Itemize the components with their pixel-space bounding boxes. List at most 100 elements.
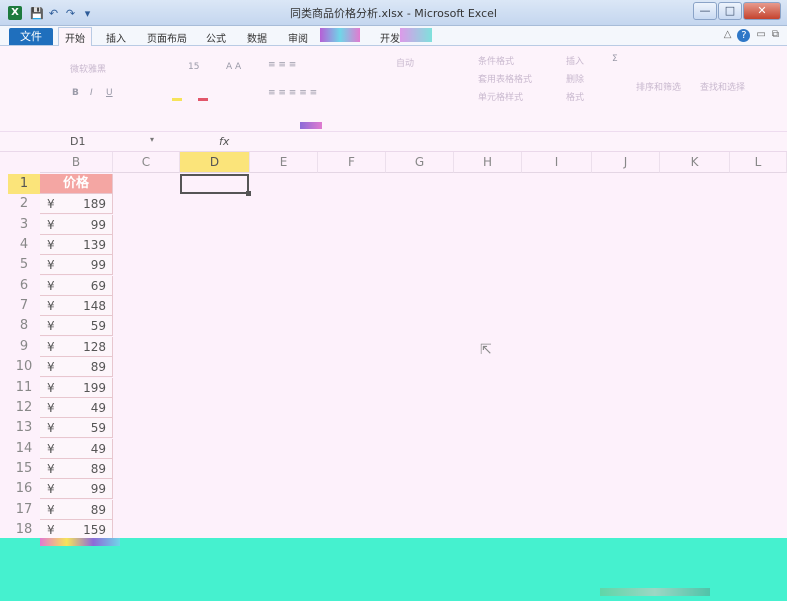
cell-b7[interactable]: ¥148 — [40, 296, 113, 317]
wrap-text-button[interactable]: 自动 — [396, 56, 414, 69]
tab-insert[interactable]: 插入 — [106, 30, 126, 45]
close-button[interactable]: ✕ — [743, 2, 781, 20]
currency-symbol: ¥ — [47, 217, 55, 232]
currency-symbol: ¥ — [47, 238, 55, 253]
maximize-button[interactable]: □ — [718, 2, 742, 20]
row-header-16[interactable]: 16 — [8, 479, 40, 499]
cell-b1-header[interactable]: 价格 — [40, 174, 113, 194]
name-box[interactable]: D1 — [12, 134, 162, 150]
collapse-ribbon-icon[interactable]: △ — [724, 29, 732, 42]
column-header-e[interactable]: E — [250, 152, 318, 173]
tab-page-layout[interactable]: 页面布局 — [147, 30, 187, 45]
font-size-select[interactable]: 15 — [188, 62, 199, 72]
bold-button[interactable]: B — [72, 88, 79, 98]
currency-symbol: ¥ — [47, 502, 55, 517]
row-header-11[interactable]: 11 — [8, 378, 40, 398]
column-header-i[interactable]: I — [522, 152, 592, 173]
font-color-icon[interactable] — [198, 98, 208, 101]
fill-color-icon[interactable] — [172, 98, 182, 101]
currency-symbol: ¥ — [47, 441, 55, 456]
cell-style-button[interactable]: 单元格样式 — [478, 90, 523, 103]
grow-font-icon[interactable]: A A — [226, 62, 241, 72]
tab-data[interactable]: 数据 — [247, 30, 267, 45]
cell-b14[interactable]: ¥49 — [40, 438, 113, 459]
cell-b11[interactable]: ¥199 — [40, 377, 113, 398]
cell-value: 139 — [83, 238, 106, 253]
restore-window-icon[interactable]: ⧉ — [772, 29, 779, 42]
formula-bar: D1 ▾ fx — [0, 132, 787, 152]
column-header-h[interactable]: H — [454, 152, 522, 173]
cell-b10[interactable]: ¥89 — [40, 357, 113, 378]
cell-value: 89 — [90, 502, 106, 517]
sort-filter-button[interactable]: 排序和筛选 — [636, 80, 681, 93]
row-header-12[interactable]: 12 — [8, 398, 40, 418]
currency-symbol: ¥ — [47, 258, 55, 273]
row-header-3[interactable]: 3 — [8, 215, 40, 235]
row-header-13[interactable]: 13 — [8, 418, 40, 438]
column-header-k[interactable]: K — [660, 152, 730, 173]
column-header-d[interactable]: D — [180, 152, 250, 173]
row-header-10[interactable]: 10 — [8, 357, 40, 377]
column-header-g[interactable]: G — [386, 152, 454, 173]
cell-b13[interactable]: ¥59 — [40, 418, 113, 439]
cell-b12[interactable]: ¥49 — [40, 397, 113, 418]
row-header-6[interactable]: 6 — [8, 276, 40, 296]
row-header-1[interactable]: 1 — [8, 174, 40, 194]
cell-b16[interactable]: ¥99 — [40, 479, 113, 500]
conditional-format-button[interactable]: 条件格式 — [478, 54, 514, 67]
cell-b5[interactable]: ¥99 — [40, 255, 113, 276]
window-controls: — □ ✕ — [693, 2, 781, 20]
tab-review[interactable]: 审阅 — [288, 30, 308, 45]
insert-function-icon[interactable]: fx — [219, 135, 229, 148]
cell-b18[interactable]: ¥159 — [40, 519, 113, 540]
underline-button[interactable]: U — [106, 88, 113, 98]
help-icon[interactable]: ? — [737, 29, 751, 42]
row-header-5[interactable]: 5 — [8, 255, 40, 275]
delete-cells-button[interactable]: 删除 — [566, 72, 584, 85]
cell-b8[interactable]: ¥59 — [40, 316, 113, 337]
tab-file[interactable]: 文件 — [9, 28, 53, 45]
cell-b2[interactable]: ¥189 — [40, 194, 113, 215]
minimize-button[interactable]: — — [693, 2, 717, 20]
cell-b4[interactable]: ¥139 — [40, 235, 113, 256]
column-header-l[interactable]: L — [730, 152, 787, 173]
autosum-icon[interactable]: Σ — [612, 54, 618, 64]
cell-b3[interactable]: ¥99 — [40, 214, 113, 235]
row-header-9[interactable]: 9 — [8, 337, 40, 357]
align-left-icon[interactable]: ≡ ≡ ≡ ≡ ≡ — [268, 88, 317, 98]
row-header-7[interactable]: 7 — [8, 296, 40, 316]
tab-home[interactable]: 开始 — [58, 27, 92, 46]
find-select-button[interactable]: 查找和选择 — [700, 80, 745, 93]
active-cell-d1[interactable] — [180, 174, 251, 196]
row-header-2[interactable]: 2 — [8, 194, 40, 214]
align-top-icon[interactable]: ≡ ≡ ≡ — [268, 60, 296, 70]
column-header-j[interactable]: J — [592, 152, 660, 173]
row-header-18[interactable]: 18 — [8, 520, 40, 540]
tab-developer[interactable]: 开发 — [380, 30, 400, 45]
column-header-c[interactable]: C — [113, 152, 180, 173]
format-cells-button[interactable]: 格式 — [566, 90, 584, 103]
font-name-select[interactable]: 微软雅黑 — [70, 62, 106, 75]
row-header-17[interactable]: 17 — [8, 500, 40, 520]
cell-b6[interactable]: ¥69 — [40, 275, 113, 296]
currency-symbol: ¥ — [47, 421, 55, 436]
cell-b17[interactable]: ¥89 — [40, 499, 113, 520]
tab-formulas[interactable]: 公式 — [206, 30, 226, 45]
ribbon-tabs: 文件 开始 插入 页面布局 公式 数据 审阅 开发 △ ? ▭ ⧉ — [0, 26, 787, 46]
row-header-15[interactable]: 15 — [8, 459, 40, 479]
row-header-14[interactable]: 14 — [8, 439, 40, 459]
cell-value: 89 — [90, 461, 106, 476]
insert-cells-button[interactable]: 插入 — [566, 54, 584, 67]
worksheet-grid[interactable]: B C D E F G H I J K L 1 价格 2 ¥189 3 ¥99 4 ¥139 5… — [0, 152, 787, 540]
minimize-window-icon[interactable]: ▭ — [756, 29, 765, 42]
cell-b15[interactable]: ¥89 — [40, 458, 113, 479]
ribbon-controls: △ ? ▭ ⧉ — [724, 29, 779, 42]
cell-b9[interactable]: ¥128 — [40, 336, 113, 357]
chevron-down-icon[interactable]: ▾ — [150, 135, 154, 144]
column-header-f[interactable]: F — [318, 152, 386, 173]
italic-button[interactable]: I — [90, 88, 93, 98]
row-header-4[interactable]: 4 — [8, 235, 40, 255]
table-format-button[interactable]: 套用表格格式 — [478, 72, 532, 85]
column-header-b[interactable]: B — [40, 152, 113, 173]
row-header-8[interactable]: 8 — [8, 316, 40, 336]
